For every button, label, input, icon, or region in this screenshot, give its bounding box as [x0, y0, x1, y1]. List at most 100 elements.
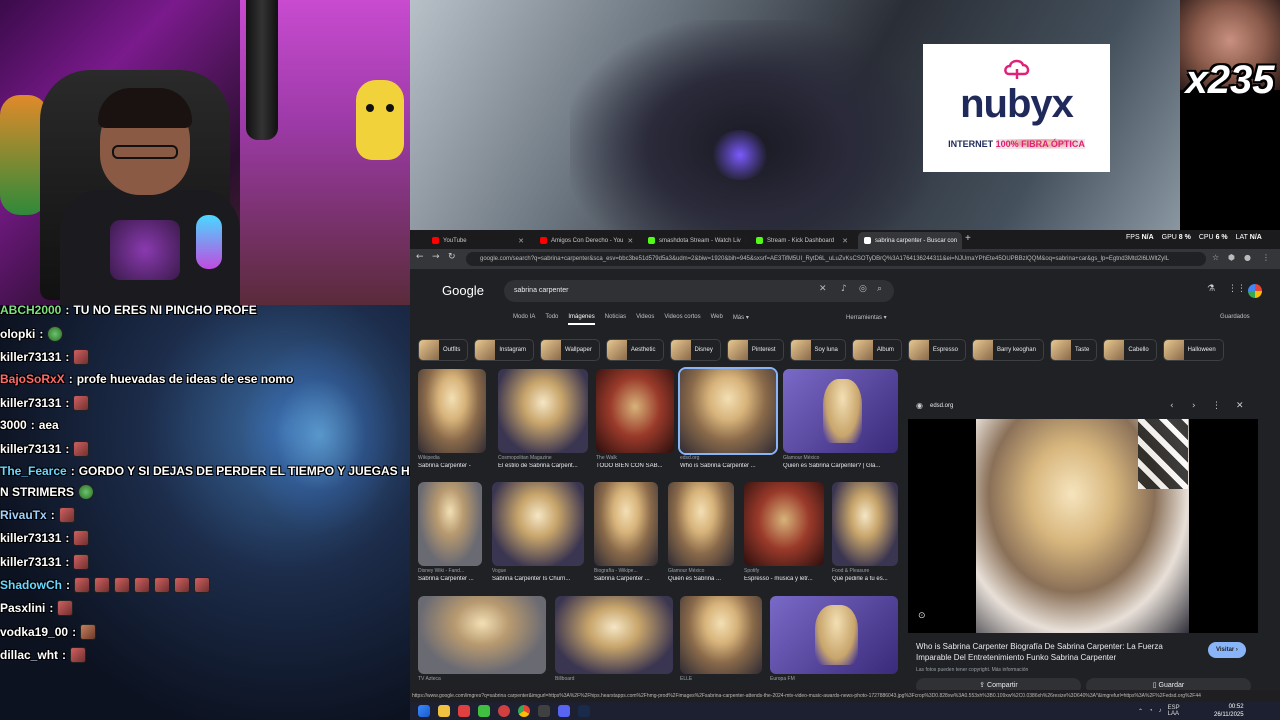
chat-username[interactable]: killer73131 — [0, 350, 61, 364]
result-source[interactable]: The Walk — [596, 455, 674, 461]
url-field[interactable]: google.com/search?q=sabrina+carpenter&sc… — [466, 252, 1206, 266]
browser-tab[interactable]: smashdota Stream - Watch Liv ✕ — [642, 232, 746, 249]
panel-source[interactable]: edsd.org — [930, 403, 953, 409]
volume-icon[interactable]: ♪ — [1159, 708, 1162, 714]
previous-icon[interactable]: ‹ — [1170, 401, 1174, 411]
image-result-thumbnail[interactable] — [418, 369, 486, 453]
result-source[interactable]: Europa FM — [770, 676, 898, 682]
panel-title[interactable]: Who is Sabrina Carpenter Biografía De Sa… — [916, 641, 1196, 663]
chat-username[interactable]: killer73131 — [0, 396, 61, 410]
result-source[interactable]: Vogue — [492, 568, 584, 574]
clear-search-icon[interactable]: ✕ — [819, 284, 827, 294]
image-result-thumbnail[interactable] — [680, 596, 762, 674]
close-icon[interactable]: ✕ — [1236, 401, 1244, 411]
start-windows-icon[interactable] — [418, 705, 430, 717]
visit-button[interactable]: Visitar › — [1208, 642, 1246, 658]
image-result-thumbnail[interactable] — [744, 482, 824, 566]
network-icon[interactable]: ◔ — [1149, 708, 1153, 714]
result-title[interactable]: Qué pedirle a tu es... — [832, 576, 898, 582]
search-tab[interactable]: Videos cortos — [664, 314, 700, 325]
more-options-icon[interactable]: ⋮ — [1212, 401, 1221, 411]
apps-grid-icon[interactable]: ⋮⋮ — [1228, 284, 1246, 294]
preview-image[interactable]: ⊙ — [908, 419, 1258, 633]
image-result-thumbnail[interactable] — [498, 369, 588, 453]
chat-username[interactable]: The_Fearce — [0, 464, 67, 478]
refinement-chip[interactable]: Soy luna — [789, 339, 846, 361]
result-source[interactable]: Glamour México — [668, 568, 734, 574]
refinement-chip[interactable]: Wallpaper — [540, 339, 600, 361]
tools-menu[interactable]: Herramientas ▾ — [846, 314, 887, 321]
result-source[interactable]: ELLE — [680, 676, 762, 682]
image-result-thumbnail[interactable] — [596, 369, 674, 453]
refinement-chip[interactable]: Aesthetic — [605, 339, 664, 361]
tray-chevron-icon[interactable]: ⌃ — [1138, 708, 1143, 715]
search-icon[interactable]: ⌕ — [877, 284, 882, 294]
search-tab[interactable]: Más ▾ — [733, 314, 749, 325]
search-input[interactable]: sabrina carpenter — [504, 280, 894, 302]
refinement-chip[interactable]: Barry keoghan — [971, 339, 1044, 361]
extension-icon[interactable]: ⬢ — [1228, 253, 1235, 262]
google-logo[interactable]: Google — [442, 283, 484, 298]
result-title[interactable]: Espresso - música y letr... — [744, 576, 824, 582]
chat-username[interactable]: olopki — [0, 327, 35, 341]
image-result-thumbnail[interactable] — [770, 596, 898, 674]
refinement-chip[interactable]: Outfits — [418, 339, 469, 361]
browser-tab[interactable]: Stream - Kick Dashboard ✕ — [750, 232, 854, 249]
search-tab[interactable]: Imágenes — [568, 314, 595, 325]
menu-dots-icon[interactable]: ⋮ — [1262, 253, 1270, 262]
chat-username[interactable]: killer73131 — [0, 531, 61, 545]
result-source[interactable]: edsd.org — [680, 455, 776, 461]
result-title[interactable]: Who is Sabrina Carpenter ... — [680, 463, 776, 469]
close-tab-icon[interactable]: ✕ — [627, 237, 633, 245]
result-source[interactable]: Food & Pleasure — [832, 568, 898, 574]
image-result-thumbnail[interactable] — [668, 482, 734, 566]
result-source[interactable]: Glamour México — [783, 455, 898, 461]
refinement-chip[interactable]: Halloween — [1162, 339, 1224, 361]
chat-username[interactable]: 3000 — [0, 418, 27, 432]
discord-icon[interactable] — [558, 705, 570, 717]
result-title[interactable]: Sabrina Carpenter ... — [418, 576, 482, 582]
chat-username[interactable]: killer73131 — [0, 555, 61, 569]
result-source[interactable]: Spotify — [744, 568, 824, 574]
search-tab[interactable]: Todo — [545, 314, 558, 325]
image-result-thumbnail[interactable] — [832, 482, 898, 566]
search-tab[interactable]: Noticias — [605, 314, 626, 325]
result-source[interactable]: Disney Wiki - Fand... — [418, 568, 482, 574]
refinement-chip[interactable]: Album — [851, 339, 902, 361]
chat-username[interactable]: ShadowCh — [0, 578, 62, 592]
result-source[interactable]: Cosmopolitan Magazine — [498, 455, 588, 461]
image-result-thumbnail[interactable] — [418, 482, 482, 566]
result-source[interactable]: Biografía - Wikipe... — [594, 568, 658, 574]
refinement-chip[interactable]: Disney — [669, 339, 721, 361]
avatar[interactable] — [1248, 284, 1262, 298]
result-source[interactable]: Wikipedia — [418, 455, 486, 461]
refinement-chip[interactable]: Cabello — [1103, 339, 1157, 361]
image-result-thumbnail[interactable] — [555, 596, 673, 674]
image-result-thumbnail[interactable] — [418, 596, 546, 674]
close-tab-icon[interactable]: ✕ — [745, 237, 746, 245]
result-title[interactable]: Sabrina Carpenter ... — [594, 576, 658, 582]
forward-icon[interactable]: → — [432, 252, 440, 262]
chat-username[interactable]: ABCH2000 — [0, 305, 61, 317]
result-title[interactable]: El estilo de Sabrina Carpent... — [498, 463, 588, 469]
chrome-icon[interactable] — [518, 705, 530, 717]
search-tab[interactable]: Videos — [636, 314, 654, 325]
close-tab-icon[interactable]: ✕ — [518, 237, 524, 245]
result-source[interactable]: TV Azteca — [418, 676, 546, 682]
refinement-chip[interactable]: Instagram — [474, 339, 535, 361]
app-icon[interactable] — [458, 705, 470, 717]
play-icon[interactable] — [478, 705, 490, 717]
result-title[interactable]: Quién es Sabrina ... — [668, 576, 734, 582]
system-clock[interactable]: 00:52 26/11/2025 — [1214, 703, 1244, 719]
lens-icon[interactable]: ⊙ — [918, 611, 926, 621]
next-icon[interactable]: › — [1192, 401, 1196, 411]
chat-username[interactable]: Pasxlini — [0, 601, 45, 615]
close-tab-icon[interactable]: ✕ — [961, 237, 962, 245]
chat-username[interactable]: dillac_wht — [0, 648, 58, 662]
steam-icon[interactable] — [578, 705, 590, 717]
chat-username[interactable]: N STRIMERS — [0, 485, 74, 499]
image-result-thumbnail[interactable] — [594, 482, 658, 566]
result-title[interactable]: Sabrina Carpenter Is Churn... — [492, 576, 584, 582]
file-explorer-icon[interactable] — [438, 705, 450, 717]
close-tab-icon[interactable]: ✕ — [842, 237, 848, 245]
